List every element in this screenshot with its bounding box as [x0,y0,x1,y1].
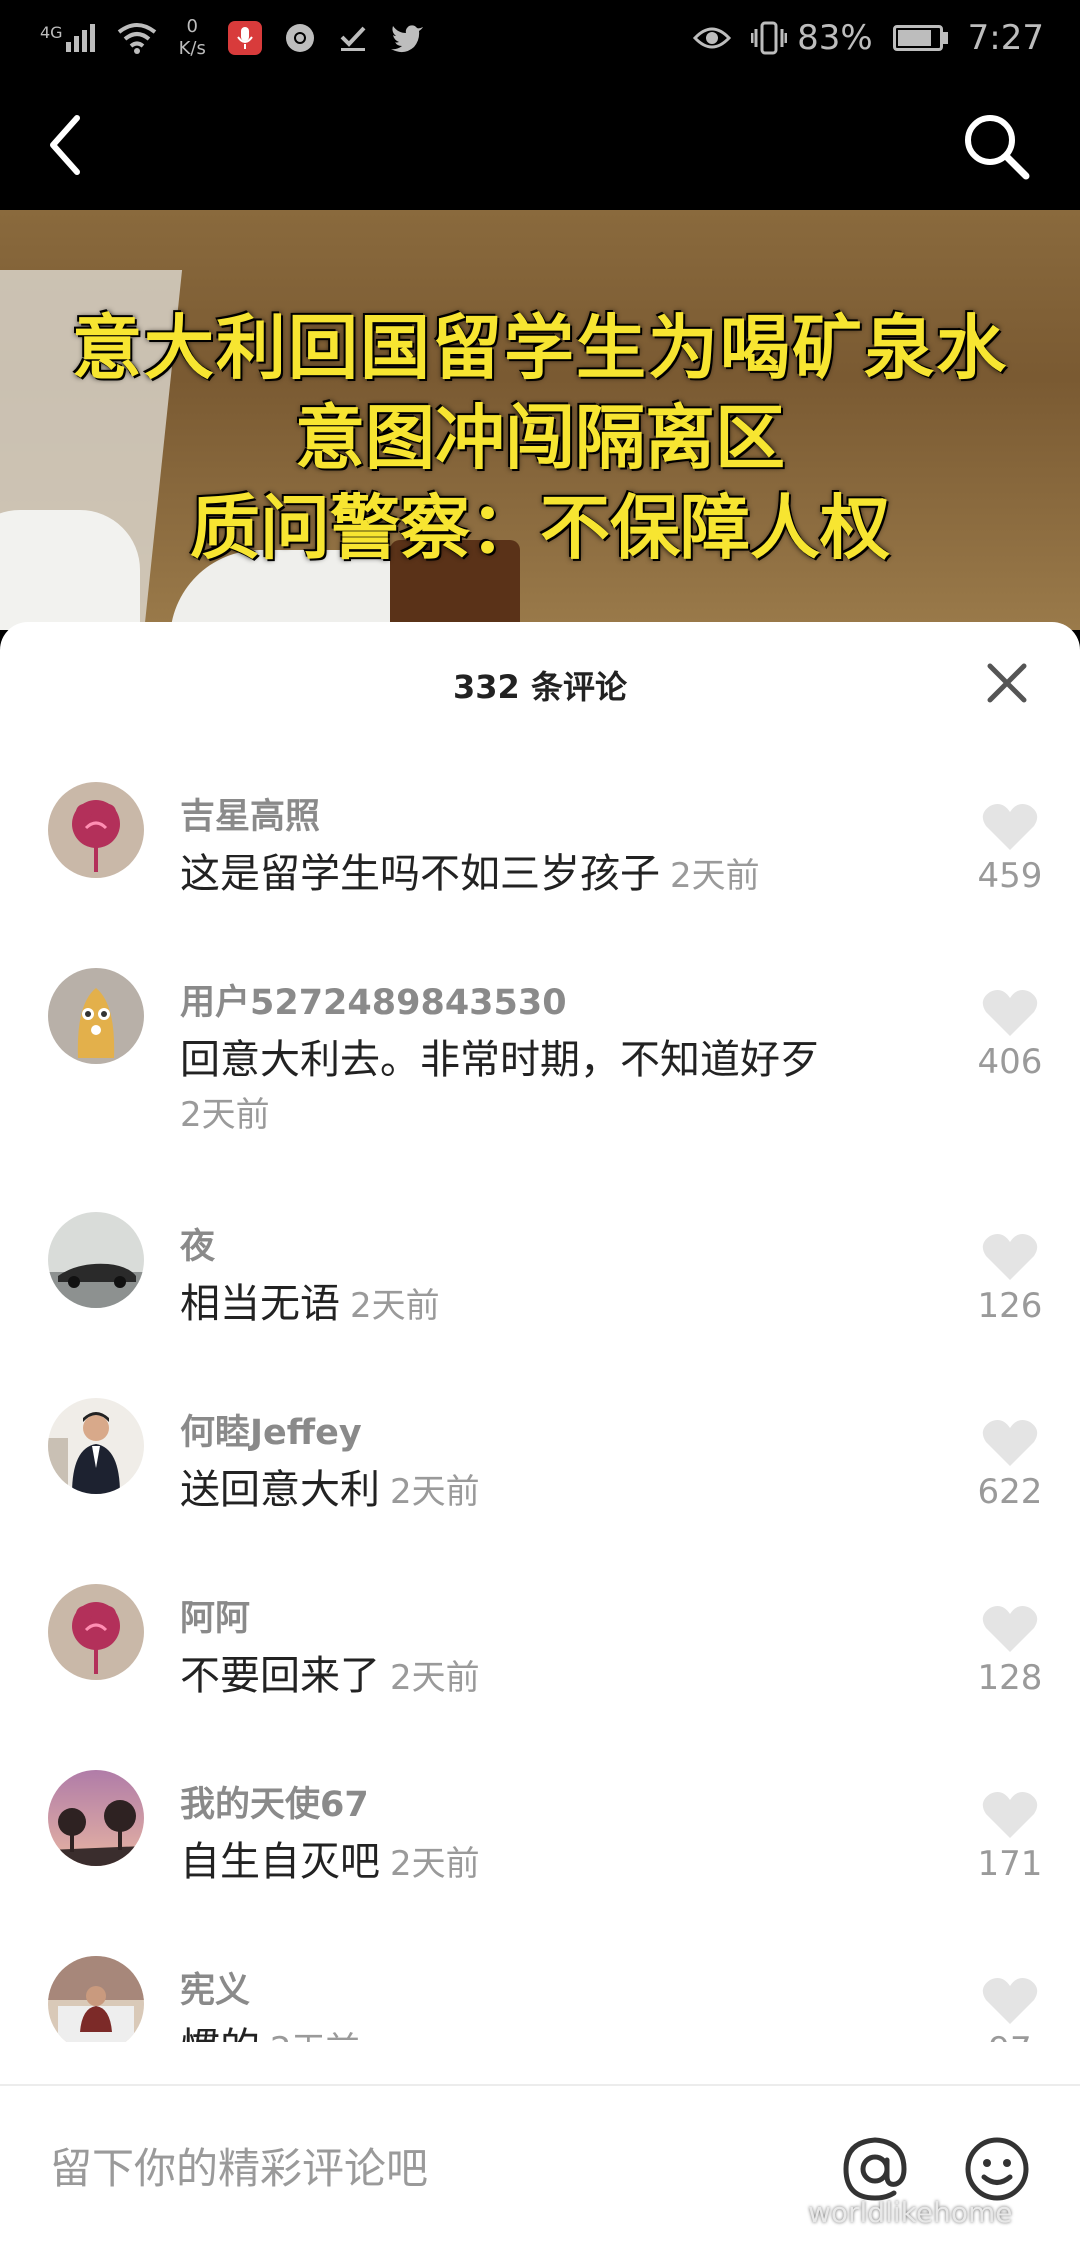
top-nav [0,80,1080,210]
avatar[interactable] [48,1398,144,1494]
emoji-button[interactable] [962,2134,1032,2204]
heart-icon [982,1234,1038,1280]
close-icon [987,663,1027,703]
chrome-icon [285,24,314,52]
comment-time: 2天前 [350,1286,440,1326]
comment-time: 2天前 [270,2030,360,2042]
comment-username[interactable]: 夜 [180,1218,215,1269]
comment-username[interactable]: 用户5272489843530 [180,974,567,1025]
wifi-icon [117,23,156,54]
like-button[interactable]: 406 [975,988,1045,1082]
video-caption-line-2: 意图冲闯隔离区 [295,397,785,479]
comment-item[interactable]: 阿阿 不要回来了 2天前 128 [0,1584,1080,1770]
heart-icon [982,990,1038,1036]
like-count: 171 [977,1844,1043,1884]
comment-text: 送回意大利 [180,1467,380,1513]
microphone-icon [227,21,262,55]
comment-count-title: 332 条评论 [453,668,627,706]
like-count: 406 [977,1042,1043,1082]
comment-item[interactable]: 我的天使67 自生自灭吧 2天前 171 [0,1770,1080,1956]
watermark: worldlikehome [808,2196,1013,2229]
like-count: 97 [975,2030,1045,2042]
comment-sheet: 332 条评论 吉星高照 这是留学生吗不如三岁孩子 2天前 459 用户5272… [0,622,1080,2240]
like-button[interactable]: 171 [975,1790,1045,1884]
avatar[interactable] [48,1584,144,1680]
comment-text: 这是留学生吗不如三岁孩子 [180,851,660,897]
vibrate-icon [751,21,788,55]
comment-username[interactable]: 吉星高照 [180,788,320,839]
like-button[interactable]: 97 [975,1976,1045,2042]
network-speed: 0 K/s [179,16,206,60]
eye-icon [693,27,732,49]
clock: 7:27 [967,18,1044,58]
heart-icon [982,1978,1038,2024]
search-icon [965,115,1030,180]
like-count: 622 [977,1472,1043,1512]
heart-icon [982,1792,1038,1838]
comment-item[interactable]: 何睦Jeffey 送回意大利 2天前 622 [0,1398,1080,1584]
like-count: 128 [977,1658,1043,1698]
like-count: 126 [977,1286,1043,1326]
battery-icon [892,25,948,51]
signal-icon: 4G [40,24,95,52]
heart-icon [982,1420,1038,1466]
status-bar: 4G 0 K/s 83% 7:27 [0,0,1080,80]
avatar[interactable] [48,782,144,878]
avatar[interactable] [48,968,144,1064]
speed-value: 0 [186,16,198,37]
comment-username[interactable]: 何睦Jeffey [180,1404,362,1455]
comment-sheet-header: 332 条评论 [0,622,1080,742]
twitter-icon [390,25,423,53]
comment-username[interactable]: 宪义 [180,1962,250,2013]
comment-username[interactable]: 我的天使67 [180,1776,369,1827]
emoji-icon [965,2137,1029,2201]
comment-item[interactable]: 宪义 惯的 2天前 97 [0,1956,1080,2042]
like-count: 459 [977,856,1043,896]
mention-button[interactable] [840,2134,910,2204]
comment-text: 不要回来了 [180,1653,380,1699]
video-caption-line-1: 意大利回国留学生为喝矿泉水 [72,307,1008,389]
avatar[interactable] [48,1956,144,2042]
like-button[interactable]: 128 [975,1604,1045,1698]
search-button[interactable] [960,110,1040,190]
like-button[interactable]: 126 [975,1232,1045,1326]
comment-item[interactable]: 夜 相当无语 2天前 126 [0,1212,1080,1398]
like-button[interactable]: 459 [975,802,1045,896]
avatar[interactable] [48,1770,144,1866]
comment-time: 2天前 [670,856,760,896]
heart-icon [982,1606,1038,1652]
comment-time: 2天前 [390,1844,480,1884]
comment-text: 惯的 [180,2025,260,2042]
comment-time: 2天前 [180,1095,270,1135]
comment-username[interactable]: 阿阿 [180,1590,250,1641]
network-label: 4G [40,23,63,42]
comment-text: 回意大利去。非常时期，不知道好歹 [180,1037,820,1083]
video-player[interactable]: 意大利回国留学生为喝矿泉水 意图冲闯隔离区 质问警察：不保障人权 [0,210,1080,630]
chevron-left-icon [50,115,80,175]
comment-input[interactable] [48,2132,792,2204]
video-caption-line-3: 质问警察：不保障人权 [190,487,890,569]
comment-text: 自生自灭吧 [180,1839,380,1885]
back-button[interactable] [45,110,105,180]
speed-unit: K/s [178,38,206,59]
comment-list: 吉星高照 这是留学生吗不如三岁孩子 2天前 459 用户5272489843530… [0,782,1080,2042]
comment-item[interactable]: 吉星高照 这是留学生吗不如三岁孩子 2天前 459 [0,782,1080,968]
download-done-icon [340,26,366,51]
avatar[interactable] [48,1212,144,1308]
heart-icon [982,804,1038,850]
comment-item[interactable]: 用户5272489843530 回意大利去。非常时期，不知道好歹 2天前 406 [0,968,1080,1212]
comment-text: 相当无语 [180,1281,340,1327]
battery-percent: 83% [797,18,873,58]
at-icon [843,2137,907,2201]
comment-time: 2天前 [390,1472,480,1512]
comment-input-bar: worldlikehome [0,2084,1080,2242]
comment-time: 2天前 [390,1658,480,1698]
close-button[interactable] [984,660,1030,706]
like-button[interactable]: 622 [975,1418,1045,1512]
